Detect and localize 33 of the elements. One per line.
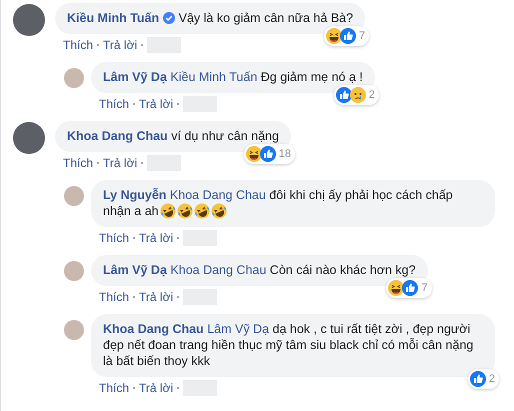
action-link[interactable]: Trả lời	[139, 230, 174, 246]
comment-text: Lâm Vỹ Dạ Khoa Dang Chau Còn cái nào khác hơn kg?	[103, 263, 416, 277]
thumbs-up-icon	[260, 146, 276, 162]
thumbs-up-icon	[336, 87, 352, 103]
laughing-face-icon	[246, 146, 262, 162]
thumbs-up-icon	[340, 28, 356, 44]
action-link[interactable]: Thích	[99, 289, 130, 305]
action-link[interactable]: Thích	[99, 230, 130, 246]
action-link[interactable]: Thích	[99, 96, 130, 112]
laughing-face-icon	[388, 280, 404, 296]
action-link[interactable]: Trả lời	[103, 155, 138, 171]
avatar[interactable]	[13, 4, 45, 36]
rolling-laughing-icon	[160, 203, 176, 219]
rolling-laughing-icon	[210, 203, 227, 219]
action-link[interactable]: Trả lời	[103, 37, 138, 53]
action-link[interactable]: Trả lời	[139, 380, 174, 396]
action-link[interactable]: Trả lời	[139, 96, 174, 112]
comment-text: Khoa Dang Chau ví dụ như cân nặng	[67, 129, 279, 143]
action-link[interactable]: Thích	[63, 155, 94, 171]
comment-text: Khoa Dang Chau Lâm Vỹ Dạ dạ hok , c tui rất tiệt zời , đẹp người đẹp nết đoan trang hiền thục mỹ tâm siu black chỉ có mỗi cân nặng là bất biến thoy kkk	[103, 322, 474, 368]
action-link[interactable]: Trả lời	[139, 289, 174, 305]
crying-face-icon	[350, 87, 366, 103]
comment-text: Kiều Minh Tuấn Vậy là ko giảm cân nữa hả Bà?	[67, 11, 354, 25]
thumbs-up-icon	[402, 280, 418, 296]
laughing-face-icon	[326, 28, 342, 44]
comment-text: Lâm Vỹ Dạ Kiều Minh Tuấn Đg giảm mẹ nó ạ !	[103, 70, 363, 84]
thumbs-up-icon	[470, 371, 486, 387]
rolling-laughing-icon	[194, 203, 210, 219]
action-link[interactable]: Thích	[99, 380, 130, 396]
action-link[interactable]: Thích	[63, 37, 94, 53]
rolling-laughing-icon	[176, 203, 193, 219]
comment-text: Ly Nguyễn Khoa Dang Chau đôi khi chị ấy phải học cách chấp nhận a ah	[103, 188, 453, 218]
avatar[interactable]	[13, 122, 45, 154]
